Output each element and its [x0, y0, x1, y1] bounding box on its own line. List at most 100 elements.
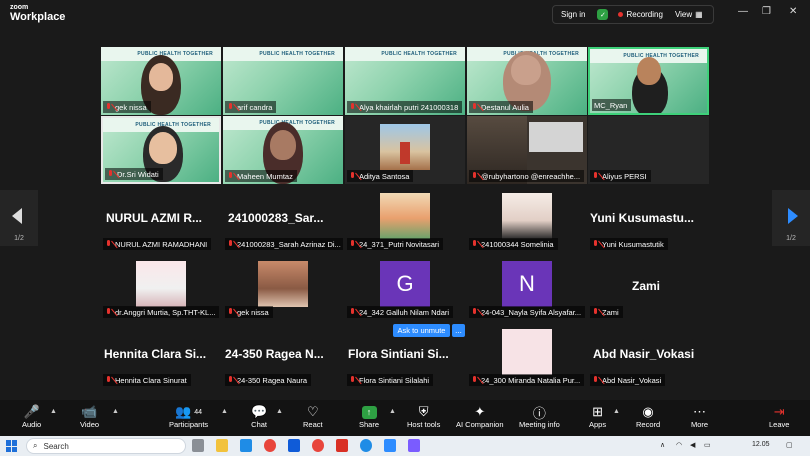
participant-tile[interactable]: Zami Zami [588, 254, 709, 320]
participant-tile[interactable]: 24-350 Ragea N... 24-350 Ragea Naura [223, 322, 343, 388]
shield-check-icon[interactable]: ✓ [597, 9, 609, 20]
muted-mic-icon [105, 375, 112, 385]
audio-options-caret-icon[interactable]: ▲ [50, 408, 57, 415]
ask-to-unmute-button[interactable]: Ask to unmute [393, 324, 450, 337]
video-tile[interactable]: @rubyhartono @enreachhe... [467, 116, 587, 184]
video-tile[interactable]: Aliyus PERSI [588, 116, 709, 184]
more-button[interactable]: ⋯ More [691, 404, 708, 429]
apps-button[interactable]: ⊞ Apps [589, 404, 606, 429]
participant-name-label: NURUL AZMI RAMADHANI [103, 238, 212, 250]
meeting-toolbar: 🎤 Audio ▲ 📹 Video ▲ 👥 44 Participants ▲ 💬… [0, 400, 810, 436]
zoom-taskbar-icon[interactable] [384, 439, 396, 452]
participant-name-label: Aditya Santosa [347, 170, 414, 182]
video-options-caret-icon[interactable]: ▲ [112, 408, 119, 415]
more-options-button[interactable]: ... [452, 324, 465, 337]
minimize-icon[interactable]: — [738, 6, 748, 17]
apps-options-caret-icon[interactable]: ▲ [613, 408, 620, 415]
next-page-button[interactable]: 1/2 [772, 190, 810, 246]
share-options-caret-icon[interactable]: ▲ [389, 408, 396, 415]
app-icon[interactable] [240, 439, 252, 452]
ai-companion-button[interactable]: ✦ AI Companion [456, 404, 504, 429]
leave-button[interactable]: ⇥ Leave [769, 404, 789, 429]
audio-button[interactable]: 🎤 Audio [22, 404, 41, 429]
participant-tile[interactable]: dr.Anggri Murtia, Sp.THT-KL... [101, 254, 221, 320]
participant-tile[interactable]: N 24-043_Nayla Syifa Alsyafar... [467, 254, 587, 320]
chrome-icon[interactable] [264, 439, 276, 452]
chevron-left-icon [12, 208, 22, 224]
view-button[interactable]: View [675, 10, 692, 19]
video-button[interactable]: 📹 Video [80, 404, 99, 429]
close-icon[interactable]: ✕ [789, 6, 797, 17]
participant-tile[interactable]: 24_371_Putri Novitasari [345, 186, 465, 252]
chat-button[interactable]: 💬 Chat [251, 404, 267, 429]
video-tile[interactable]: PUBLIC HEALTH TOGETHER Dr.Sri Widati [101, 116, 221, 184]
video-tile[interactable]: Aditya Santosa [345, 116, 465, 184]
app-icon[interactable] [408, 439, 420, 452]
muted-mic-icon [471, 239, 478, 249]
taskbar-search-box[interactable]: ⌕ Search [26, 438, 186, 454]
page-indicator-left: 1/2 [14, 235, 24, 242]
host-tools-button[interactable]: ⛨ Host tools [407, 404, 440, 429]
participants-button[interactable]: 👥 44 Participants [169, 404, 208, 429]
participant-name-label: 24-043_Nayla Syifa Alsyafar... [469, 306, 586, 318]
word-icon[interactable] [288, 439, 300, 452]
wifi-icon[interactable]: ◠ [676, 441, 682, 449]
participant-name-label: 241000283_Sarah Azrinaz Di... [225, 238, 343, 250]
active-speaker-tile[interactable]: PUBLIC HEALTH TOGETHER MC_Ryan [588, 47, 709, 115]
participant-tile[interactable]: G 24_342 Galluh Nilam Ndari [345, 254, 465, 320]
chat-options-caret-icon[interactable]: ▲ [276, 408, 283, 415]
participant-tile[interactable]: 241000283_Sar... 241000283_Sarah Azrinaz… [223, 186, 343, 252]
title-bar: zoom Workplace Sign in ✓ Recording View … [0, 0, 810, 30]
muted-mic-icon [349, 171, 356, 181]
previous-page-button[interactable]: 1/2 [0, 190, 38, 246]
participant-avatar [258, 261, 308, 307]
browser-icon[interactable] [360, 439, 372, 452]
task-view-icon[interactable] [192, 439, 204, 452]
video-tile[interactable]: PUBLIC HEALTH TOGETHER Destanul Aulia [467, 47, 587, 115]
participant-display-name: 241000283_Sar... [228, 211, 324, 225]
record-icon: ◉ [642, 404, 654, 419]
file-explorer-icon[interactable] [216, 439, 228, 452]
windows-start-icon[interactable] [6, 440, 18, 452]
participant-video [149, 132, 177, 164]
notification-icon[interactable]: ▢ [786, 441, 793, 449]
meeting-info-button[interactable]: ⓘ Meeting info [519, 404, 560, 430]
signin-button[interactable]: Sign in [553, 10, 593, 19]
share-button[interactable]: ↑ Share [359, 404, 379, 429]
recording-label[interactable]: Recording [626, 10, 662, 19]
video-tile[interactable]: PUBLIC HEALTH TOGETHER gek nissa [101, 47, 221, 115]
participant-tile[interactable]: gek nissa [223, 254, 343, 320]
muted-mic-icon [227, 375, 234, 385]
record-button[interactable]: ◉ Record [636, 404, 660, 429]
participant-tile[interactable]: 24_300 Miranda Natalia Pur... [467, 322, 587, 388]
participant-name-label: 24_342 Galluh Nilam Ndari [347, 306, 454, 318]
volume-icon[interactable]: ◀ [690, 441, 695, 449]
more-dots-icon: ⋯ [693, 404, 707, 419]
pdf-reader-icon[interactable] [336, 439, 348, 452]
muted-mic-icon [349, 375, 356, 385]
battery-icon[interactable]: ▭ [704, 441, 711, 449]
participant-tile[interactable]: NURUL AZMI R... NURUL AZMI RAMADHANI [101, 186, 221, 252]
maximize-icon[interactable]: ❐ [762, 6, 771, 17]
participant-tile[interactable]: Hennita Clara Si... Hennita Clara Sinura… [101, 322, 221, 388]
taskbar-clock[interactable]: 12.05 [752, 441, 770, 448]
participant-name-label: gek nissa [225, 306, 273, 318]
chrome-icon[interactable] [312, 439, 324, 452]
muted-mic-icon [592, 375, 599, 385]
react-button[interactable]: ♡ React [303, 404, 323, 429]
video-tile[interactable]: PUBLIC HEALTH TOGETHER Maheen Mumtaz [223, 116, 343, 184]
video-tile[interactable]: PUBLIC HEALTH TOGETHER arif candra [223, 47, 343, 115]
title-controls: Sign in ✓ Recording View ▦ [552, 5, 714, 24]
grid-view-icon[interactable]: ▦ [695, 10, 703, 19]
participant-tile[interactable]: Abd Nasir_Vokasi Abd Nasir_Vokasi [588, 322, 709, 388]
tray-chevron-icon[interactable]: ∧ [660, 441, 665, 449]
participant-name-label: dr.Anggri Murtia, Sp.THT-KL... [103, 306, 220, 318]
video-tile[interactable]: PUBLIC HEALTH TOGETHER Alya khairlah put… [345, 47, 465, 115]
participant-display-name: NURUL AZMI R... [106, 211, 202, 225]
participant-display-name: Yuni Kusumastu... [590, 211, 695, 225]
participants-options-caret-icon[interactable]: ▲ [221, 408, 228, 415]
participant-tile[interactable]: 241000344 Somelinia [467, 186, 587, 252]
recording-dot-icon [618, 12, 624, 17]
participant-initial-avatar: N [502, 261, 552, 307]
participant-tile[interactable]: Yuni Kusumastu... Yuni Kusumastutik [588, 186, 709, 252]
